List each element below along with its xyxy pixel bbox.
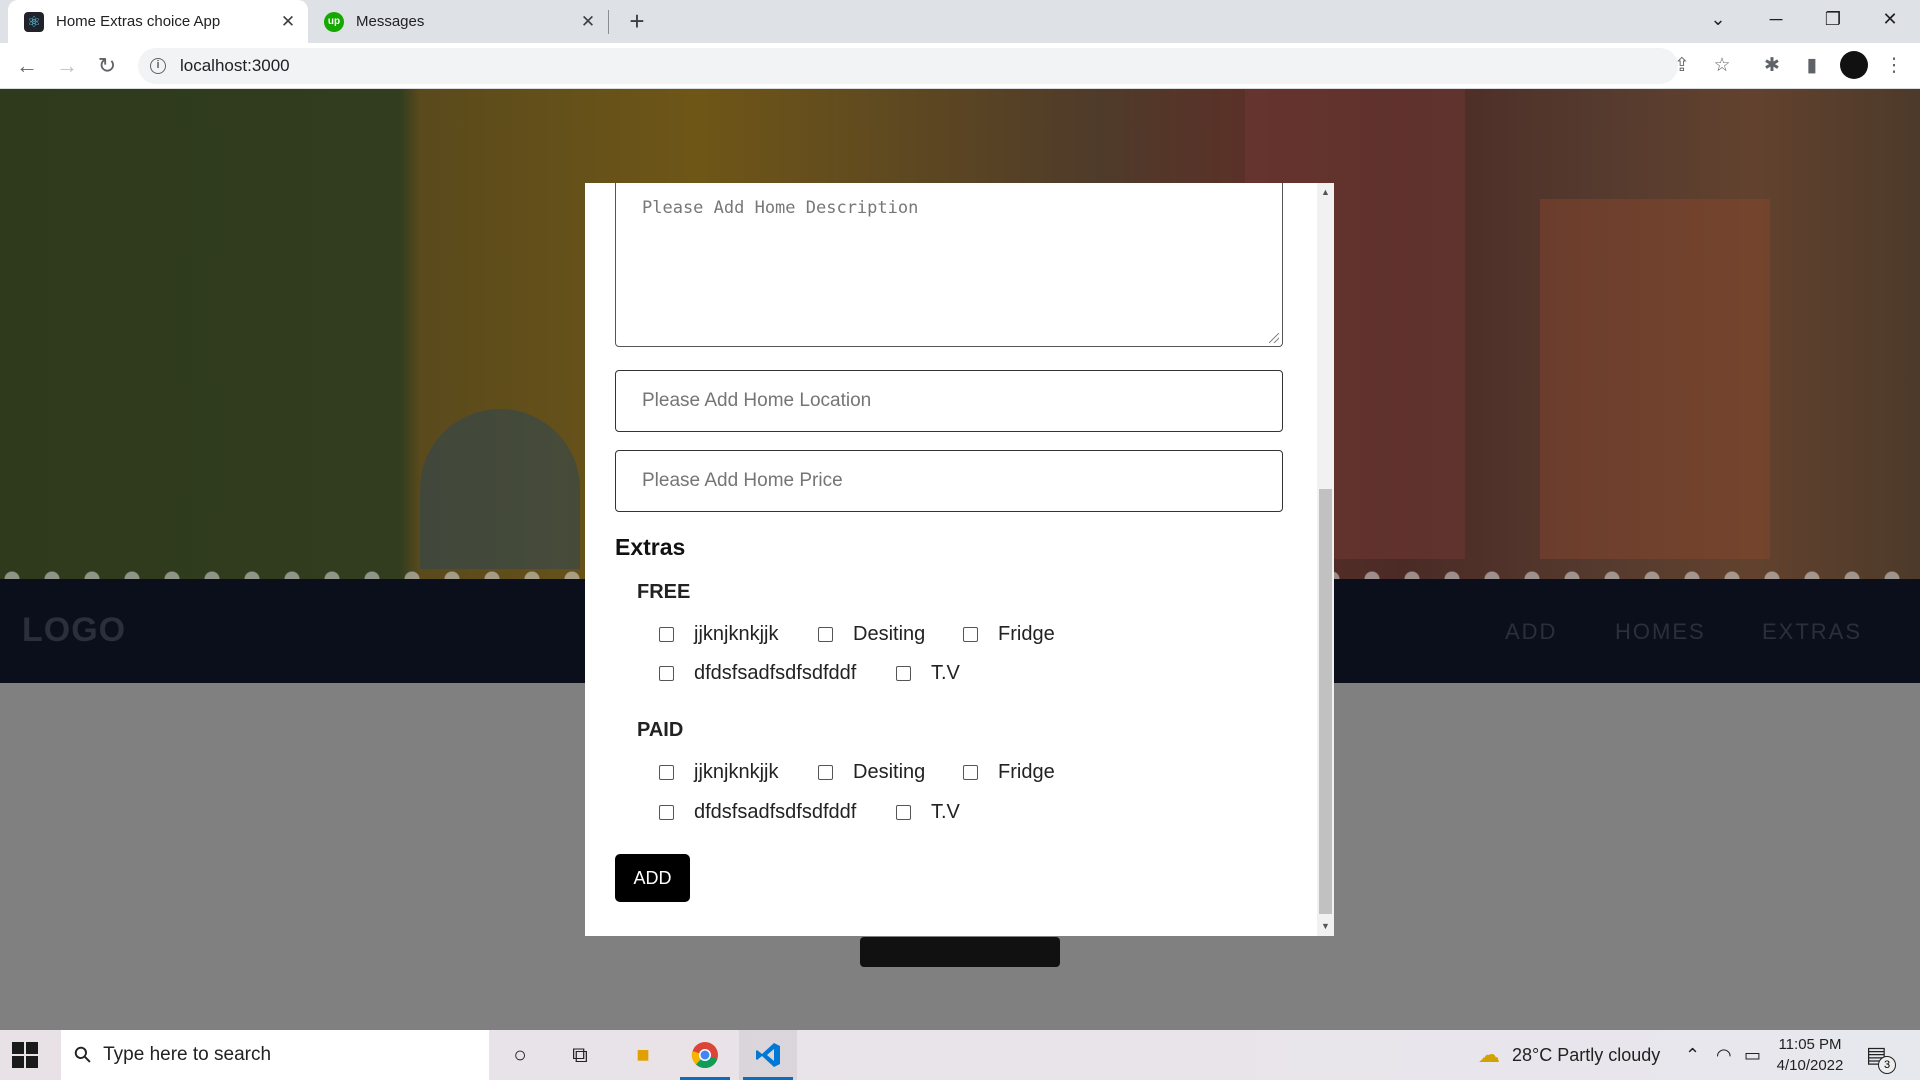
system-clock[interactable]: 11:05 PM 4/10/2022 <box>1775 1034 1845 1076</box>
paid-option-checkbox[interactable]: dfdsfsadfsdfsdfddf <box>659 801 856 824</box>
add-home-modal: Please Add Home Description Please Add H… <box>585 183 1334 936</box>
tab-search-icon[interactable]: ⌄ <box>1690 0 1746 40</box>
windows-taskbar: ⚲ Type here to search ○ ⧉ ■ ☁ 28°C Partl… <box>0 1030 1920 1080</box>
home-location-input[interactable]: Please Add Home Location <box>615 370 1283 432</box>
search-icon: ⚲ <box>68 1040 98 1070</box>
battery-icon[interactable]: ▭ <box>1744 1030 1761 1080</box>
checkbox[interactable] <box>896 666 911 681</box>
checkbox[interactable] <box>659 765 674 780</box>
restore-button[interactable]: ❐ <box>1805 0 1861 40</box>
site-info-icon[interactable]: i <box>150 58 166 74</box>
chevron-up-icon[interactable]: ⌃ <box>1685 1030 1700 1080</box>
description-placeholder: Please Add Home Description <box>642 198 919 218</box>
free-option-checkbox[interactable]: jjknjknkjjk <box>659 623 778 646</box>
option-label: dfdsfsadfsdfsdfddf <box>694 662 857 684</box>
extras-heading: Extras <box>615 534 686 560</box>
cortana-icon[interactable]: ○ <box>491 1030 549 1080</box>
checkbox[interactable] <box>896 805 911 820</box>
file-explorer-icon[interactable]: ■ <box>614 1030 672 1080</box>
scroll-down-arrow-icon[interactable]: ▼ <box>1320 921 1331 932</box>
profile-avatar[interactable] <box>1840 51 1868 79</box>
new-tab-button[interactable]: + <box>622 6 652 36</box>
paid-group-heading: PAID <box>637 719 684 741</box>
tab-messages[interactable]: up Messages ✕ <box>312 0 608 43</box>
checkbox[interactable] <box>818 627 833 642</box>
bookmark-star-icon[interactable]: ☆ <box>1708 52 1736 80</box>
checkbox[interactable] <box>963 765 978 780</box>
tab-divider <box>608 10 609 34</box>
option-label: T.V <box>931 801 960 823</box>
free-option-checkbox[interactable]: Fridge <box>963 623 1055 646</box>
weather-icon: ☁ <box>1478 1042 1500 1067</box>
clock-date: 4/10/2022 <box>1776 1057 1844 1074</box>
chrome-icon[interactable] <box>676 1030 734 1080</box>
resize-grip-icon[interactable] <box>1269 333 1279 343</box>
checkbox[interactable] <box>659 805 674 820</box>
price-placeholder: Please Add Home Price <box>642 470 843 491</box>
chrome-logo-icon <box>691 1042 718 1069</box>
option-label: Desiting <box>853 761 926 783</box>
checkbox[interactable] <box>818 765 833 780</box>
vscode-logo-icon <box>756 1043 780 1067</box>
option-label: jjknjknkjjk <box>694 761 779 783</box>
location-placeholder: Please Add Home Location <box>642 390 872 411</box>
weather-text: 28°C Partly cloudy <box>1512 1044 1661 1065</box>
vscode-icon[interactable] <box>739 1030 797 1080</box>
checkbox[interactable] <box>963 627 978 642</box>
taskbar-search-box[interactable]: ⚲ Type here to search <box>61 1030 489 1080</box>
extensions-icon[interactable]: ✱ <box>1758 52 1786 80</box>
paid-option-checkbox[interactable]: jjknjknkjjk <box>659 761 778 784</box>
forward-icon[interactable]: → <box>51 50 83 82</box>
option-label: Fridge <box>998 761 1055 783</box>
url-text: localhost:3000 <box>180 56 290 75</box>
window-close-button[interactable]: ✕ <box>1862 0 1918 40</box>
react-favicon-icon: ⚛ <box>24 11 44 32</box>
free-option-checkbox[interactable]: dfdsfsadfsdfsdfddf <box>659 662 856 685</box>
checkbox[interactable] <box>659 666 674 681</box>
option-label: T.V <box>931 662 960 684</box>
browser-tab-strip: ⚛ Home Extras choice App ✕ up Messages ✕… <box>0 0 1920 43</box>
chrome-menu-icon[interactable]: ⋮ <box>1880 52 1908 80</box>
home-price-input[interactable]: Please Add Home Price <box>615 450 1283 512</box>
home-description-textarea[interactable]: Please Add Home Description <box>615 183 1283 347</box>
checkbox[interactable] <box>659 627 674 642</box>
tab-title: Home Extras choice App <box>56 13 221 30</box>
close-tab-icon[interactable]: ✕ <box>278 12 298 32</box>
option-label: Fridge <box>998 623 1055 645</box>
tab-home-extras[interactable]: ⚛ Home Extras choice App ✕ <box>8 0 308 43</box>
add-home-button[interactable]: ADD <box>615 854 690 902</box>
close-tab-icon[interactable]: ✕ <box>578 12 598 32</box>
option-label: jjknjknkjjk <box>694 623 779 645</box>
task-view-icon[interactable]: ⧉ <box>551 1030 609 1080</box>
minimize-button[interactable]: ─ <box>1748 0 1804 40</box>
side-panel-icon[interactable]: ▮ <box>1798 52 1826 80</box>
windows-start-icon[interactable] <box>12 1042 38 1068</box>
free-group-heading: FREE <box>637 581 691 603</box>
page-viewport: LOGO ADD HOMES EXTRAS Please Add Home De… <box>0 89 1920 1030</box>
tab-title: Messages <box>356 13 425 30</box>
reload-icon[interactable]: ↻ <box>91 50 123 82</box>
back-icon[interactable]: ← <box>11 50 43 82</box>
paid-option-checkbox[interactable]: Desiting <box>818 761 925 784</box>
share-icon[interactable]: ⇪ <box>1668 52 1696 80</box>
scrollbar-thumb[interactable] <box>1319 489 1332 914</box>
option-label: Desiting <box>853 623 926 645</box>
option-label: dfdsfsadfsdfsdfddf <box>694 801 857 823</box>
weather-widget[interactable]: ☁ 28°C Partly cloudy <box>1478 1030 1660 1080</box>
wifi-icon[interactable]: ◠ <box>1716 1030 1732 1080</box>
free-option-checkbox[interactable]: T.V <box>896 662 960 685</box>
address-bar[interactable]: i localhost:3000 <box>138 48 1678 84</box>
modal-scrollbar[interactable]: ▲ ▼ <box>1317 183 1334 936</box>
address-toolbar: ← → ↻ i localhost:3000 ⇪ ☆ ✱ ▮ ⋮ <box>0 43 1920 89</box>
paid-option-checkbox[interactable]: Fridge <box>963 761 1055 784</box>
clock-time: 11:05 PM <box>1778 1036 1842 1053</box>
free-option-checkbox[interactable]: Desiting <box>818 623 925 646</box>
paid-option-checkbox[interactable]: T.V <box>896 801 960 824</box>
taskbar-search-placeholder: Type here to search <box>103 1044 272 1065</box>
scroll-up-arrow-icon[interactable]: ▲ <box>1320 187 1331 198</box>
upwork-favicon-icon: up <box>324 11 344 32</box>
notification-count-badge: 3 <box>1878 1056 1896 1074</box>
